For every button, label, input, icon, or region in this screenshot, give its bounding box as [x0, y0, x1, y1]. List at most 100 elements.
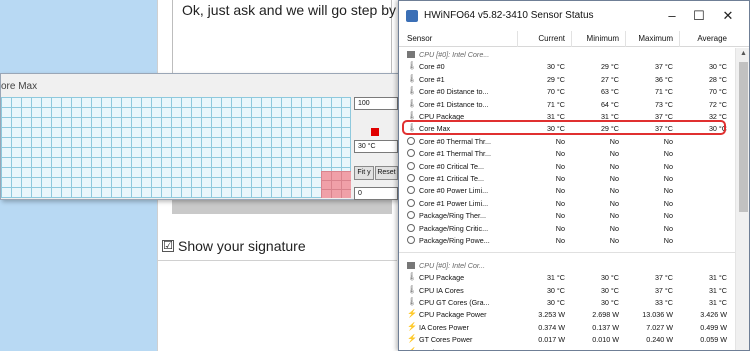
maximum-value: No	[663, 198, 673, 208]
editor-footer-bar	[172, 200, 392, 214]
sensor-name: Core #1 Distance to...	[419, 99, 489, 109]
chip-icon	[407, 51, 415, 58]
no-status-icon	[407, 211, 415, 220]
maximum-value: 7.027 W	[646, 322, 673, 332]
core-max-graph-window[interactable]: ore Max 100 30 °C Fit y Reset 0	[0, 73, 402, 200]
current-value: No	[555, 211, 565, 221]
current-value: 31 °C	[546, 273, 565, 283]
sensor-name: Package/Ring Powe...	[419, 236, 490, 245]
sensor-row[interactable]: Core #0 Power Limi... No No No	[399, 184, 735, 196]
sensor-list[interactable]: CPU [#0]: Intel Core... 🌡 Core #0 30 °C 29 °…	[399, 48, 735, 350]
minimum-value: 2.698 W	[592, 310, 619, 320]
sensor-row[interactable]: 🌡 CPU Package 31 °C 30 °C 37 °C 31 °C	[399, 271, 735, 283]
fit-y-button[interactable]: Fit y	[354, 166, 374, 180]
maximum-value: No	[663, 236, 673, 245]
minimum-value: 2.284 W	[573, 348, 619, 350]
maximum-value: No	[663, 223, 673, 233]
sensor-row[interactable]: Core #0 Thermal Thr... No No No	[399, 135, 735, 147]
minimum-value: 30 °C	[600, 285, 619, 295]
maximum-value: 0.240 W	[646, 335, 673, 345]
average-value: 2.350 W	[681, 348, 727, 350]
sensor-row[interactable]: Package/Ring Critic... No No No	[399, 222, 735, 234]
maximum-value: 73 °C	[654, 99, 673, 109]
maximize-button[interactable]: ☐	[686, 6, 712, 26]
column-header-minimum[interactable]: Minimum	[579, 34, 619, 43]
sensor-row[interactable]: ⚡Total DRAM Power2.349 W 2.284 W 2.620 W 2.…	[399, 346, 735, 350]
sensor-row[interactable]: 🌡 CPU GT Cores (Gra... 30 °C 30 °C 33 °C 31 °…	[399, 296, 735, 308]
graph-max-input[interactable]: 100	[354, 97, 398, 110]
minimum-value: No	[609, 198, 619, 208]
column-header-current[interactable]: Current	[523, 34, 565, 43]
sensor-name: IA Cores Power	[419, 322, 469, 332]
graph-series-grid	[321, 171, 351, 198]
current-value: 2.349 W	[517, 348, 565, 350]
sensor-row[interactable]: Core #1 Thermal Thr... No No No	[399, 147, 735, 159]
column-header-maximum[interactable]: Maximum	[631, 34, 673, 43]
no-status-icon	[407, 174, 415, 182]
column-divider[interactable]	[517, 31, 518, 47]
no-status-icon	[407, 223, 415, 232]
minimum-value: No	[609, 136, 619, 146]
no-status-icon	[407, 149, 415, 158]
signature-label: Show your signature	[178, 238, 306, 254]
title-bar[interactable]: HWiNFO64 v5.82-3410 Sensor Status – ☐ ✕	[399, 1, 749, 31]
sensor-row[interactable]: Core #1 Critical Te... No No No	[399, 172, 735, 184]
column-header-average[interactable]: Average	[685, 34, 727, 43]
hwinfo-sensor-window[interactable]: HWiNFO64 v5.82-3410 Sensor Status – ☐ ✕ …	[398, 0, 750, 351]
sensor-name: Package/Ring Ther...	[419, 211, 486, 221]
sensor-name: Core #1 Power Limi...	[419, 198, 489, 208]
signature-option[interactable]: ☑ Show your signature	[162, 238, 306, 254]
sensor-row[interactable]: ⚡ CPU Package Power 3.253 W 2.698 W 13.036 W…	[399, 308, 735, 320]
thermometer-icon: 🌡	[407, 297, 418, 306]
current-value: No	[555, 174, 565, 183]
sensor-row[interactable]: Package/Ring Powe... No No No	[399, 234, 735, 246]
maximum-value: 2.620 W	[625, 348, 673, 350]
current-value: No	[555, 161, 565, 171]
current-value: 71 °C	[546, 99, 565, 109]
column-header-sensor[interactable]: Sensor	[407, 34, 432, 43]
sensor-row[interactable]: ⚡ IA Cores Power 0.374 W 0.137 W 7.027 W 0.49…	[399, 321, 735, 333]
close-button[interactable]: ✕	[715, 6, 741, 26]
graph-plot-area	[1, 97, 351, 198]
series-color-marker[interactable]	[371, 128, 379, 136]
sensor-name: Core #1 Thermal Thr...	[419, 149, 492, 159]
column-divider[interactable]	[625, 31, 626, 47]
reset-button[interactable]: Reset	[375, 166, 398, 180]
sensor-row[interactable]: 🌡 CPU IA Cores 30 °C 30 °C 37 °C 31 °C	[399, 284, 735, 296]
average-value: 70 °C	[708, 87, 727, 97]
average-value: 28 °C	[708, 74, 727, 84]
current-value: No	[555, 223, 565, 233]
lightning-icon: ⚡	[407, 334, 417, 344]
sensor-group-row[interactable]: CPU [#0]: Intel Cor...	[399, 259, 735, 271]
sensor-name: Core #0 Critical Te...	[419, 161, 484, 171]
average-value: 3.426 W	[700, 310, 727, 320]
maximum-value: 37 °C	[654, 285, 673, 295]
sensor-row[interactable]: 🌡 Core #1 Distance to... 71 °C 64 °C 73 °C 72…	[399, 98, 735, 110]
current-value: 0.017 W	[538, 335, 565, 345]
sensor-group-row[interactable]: CPU [#0]: Intel Core...	[399, 48, 735, 60]
thermometer-icon: 🌡	[407, 272, 418, 282]
minimum-value: No	[609, 186, 619, 196]
minimize-button[interactable]: –	[659, 6, 685, 26]
sensor-row[interactable]: Core #1 Power Limi... No No No	[399, 197, 735, 209]
sensor-name: Total DRAM Power	[419, 348, 517, 350]
thermometer-icon: 🌡	[407, 61, 418, 71]
current-value: 29 °C	[546, 74, 565, 84]
sensor-name: Core #0 Power Limi...	[419, 186, 489, 196]
graph-min-input[interactable]: 0	[354, 187, 398, 200]
sensor-row[interactable]: Core #0 Critical Te... No No No	[399, 160, 735, 172]
sensor-row[interactable]: ⚡ GT Cores Power 0.017 W 0.010 W 0.240 W 0.05…	[399, 333, 735, 345]
column-divider[interactable]	[571, 31, 572, 47]
scroll-up-icon[interactable]: ▲	[740, 50, 747, 57]
signature-checkbox[interactable]: ☑	[162, 240, 174, 252]
average-value: 30 °C	[708, 62, 727, 72]
sensor-row[interactable]: 🌡 Core #0 Distance to... 70 °C 63 °C 71 °C 70…	[399, 85, 735, 97]
vertical-scrollbar[interactable]: ▲	[735, 48, 749, 350]
column-divider[interactable]	[679, 31, 680, 47]
sensor-row[interactable]: 🌡 Core #1 29 °C 27 °C 36 °C 28 °C	[399, 73, 735, 85]
scrollbar-thumb[interactable]	[739, 62, 748, 212]
sensor-row[interactable]: 🌡 Core #0 30 °C 29 °C 37 °C 30 °C	[399, 60, 735, 72]
sensor-row[interactable]: Package/Ring Ther... No No No	[399, 209, 735, 221]
maximum-value: No	[663, 174, 673, 183]
minimum-value: No	[609, 161, 619, 171]
